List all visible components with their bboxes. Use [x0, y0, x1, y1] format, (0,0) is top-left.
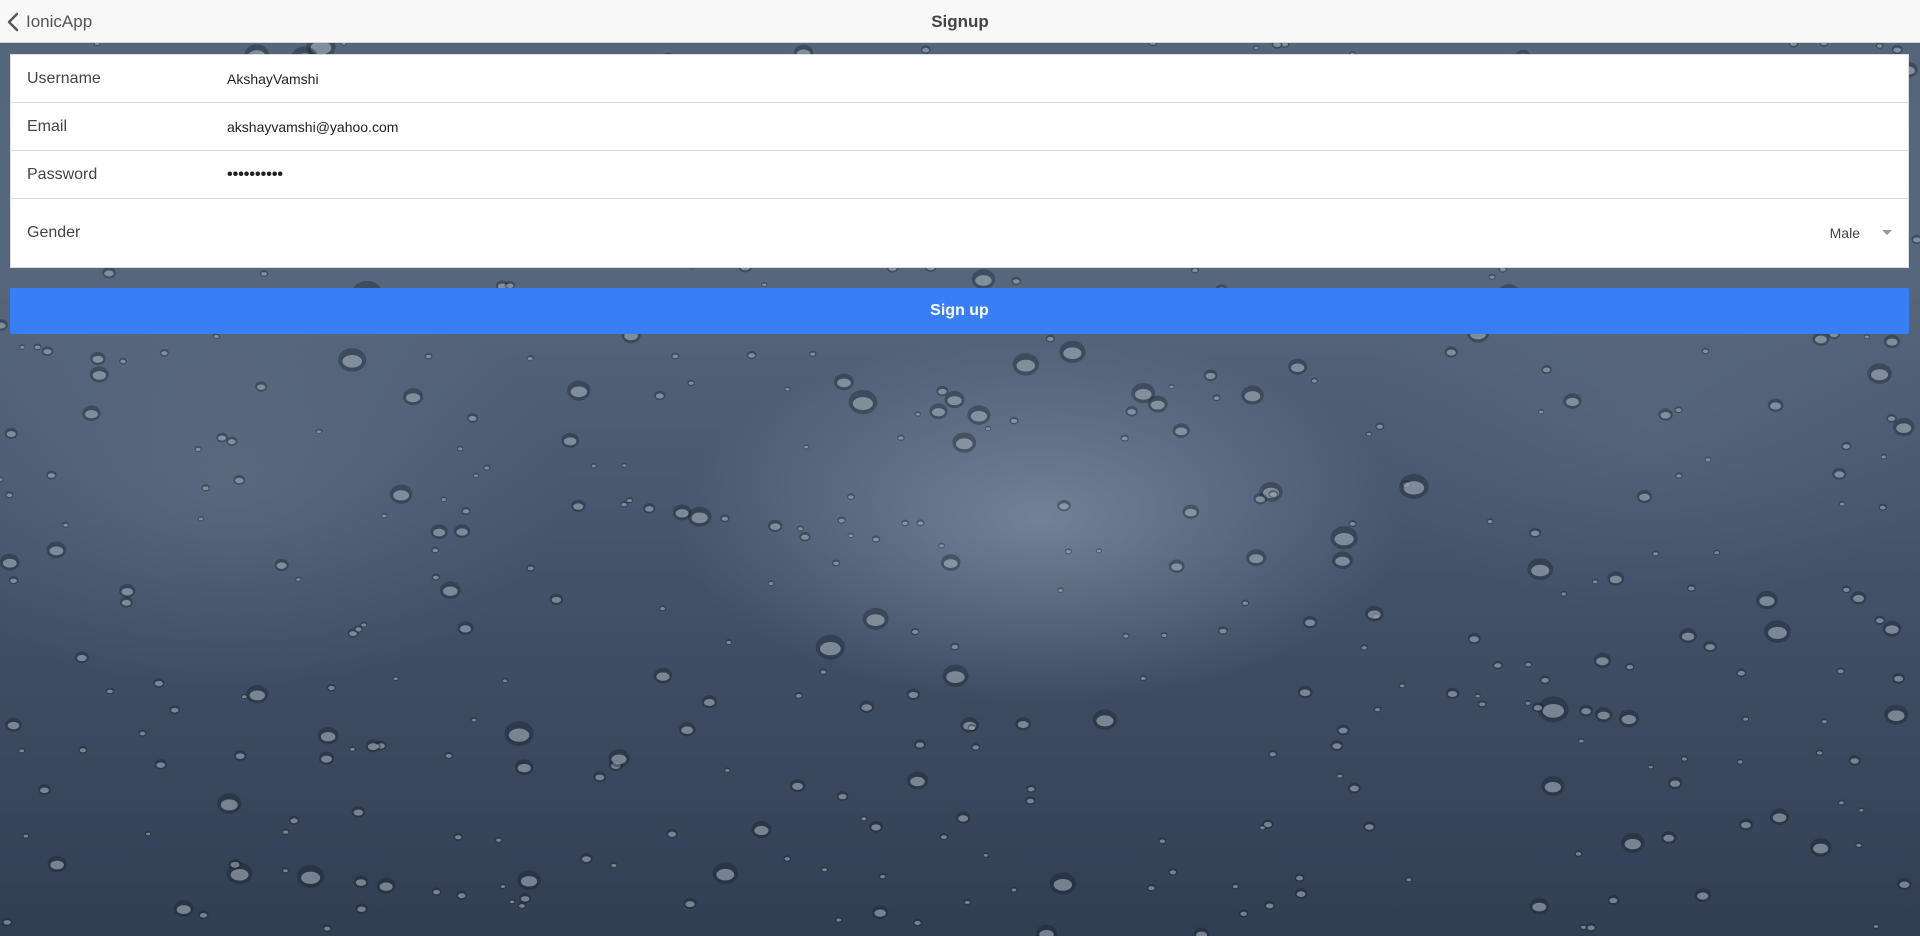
username-label: Username [27, 69, 101, 87]
username-row: Username [11, 55, 1908, 103]
username-input[interactable] [227, 70, 1896, 87]
email-input[interactable] [227, 118, 1896, 135]
page-title: Signup [931, 12, 989, 31]
gender-label: Gender [27, 224, 81, 241]
signup-form: Username Email Password Gender Male [10, 54, 1909, 268]
gender-select[interactable]: Gender Male [11, 199, 1908, 267]
email-label: Email [27, 117, 68, 135]
gender-value: Male [1829, 225, 1860, 241]
password-input[interactable] [227, 165, 1896, 184]
password-row: Password [11, 151, 1908, 199]
email-row: Email [11, 103, 1908, 151]
signup-button[interactable]: Sign up [10, 288, 1909, 334]
password-label: Password [27, 165, 98, 183]
nav-bar: IonicApp Signup [0, 0, 1920, 43]
caret-down-icon [1882, 230, 1892, 235]
